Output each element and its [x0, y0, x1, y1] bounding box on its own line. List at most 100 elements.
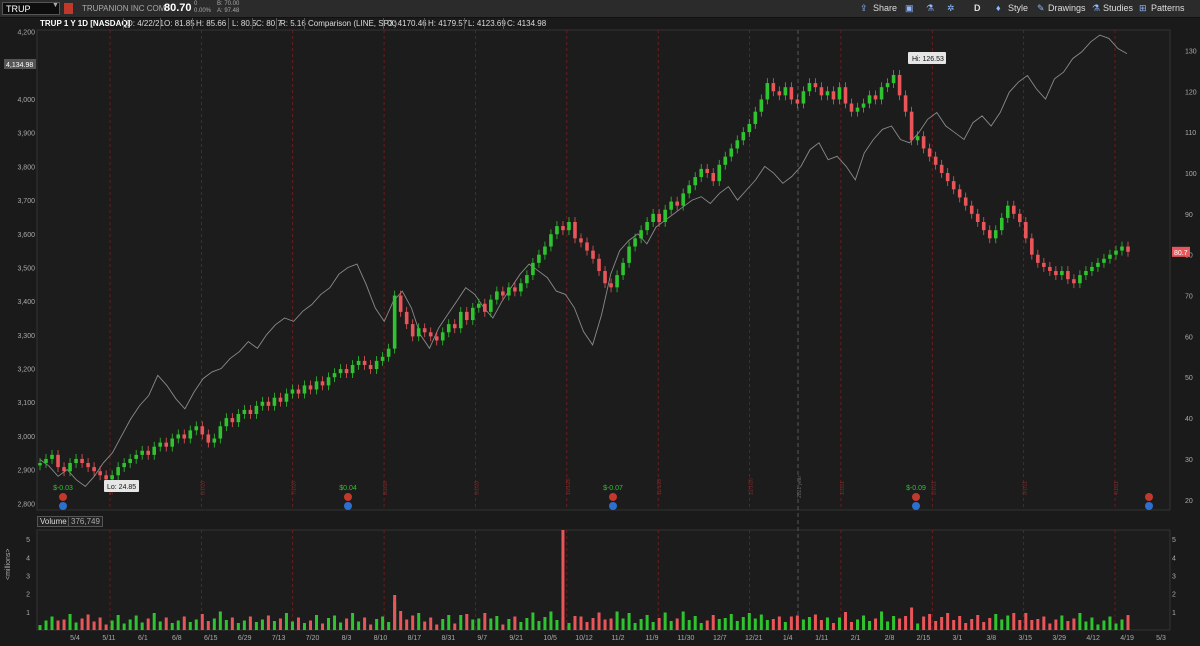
volume-bar	[543, 617, 547, 630]
candle-body	[1024, 222, 1028, 239]
candle-body	[110, 475, 114, 480]
right-axis-tick: 40	[1185, 416, 1193, 423]
volume-bar	[212, 618, 216, 630]
month-marker-label: 1/1/21	[840, 481, 846, 495]
left-axis-tick: 3,400	[17, 299, 35, 306]
candle-body	[879, 87, 884, 100]
volume-bar	[134, 615, 138, 630]
volume-bar	[146, 618, 150, 630]
candle-body	[717, 164, 722, 182]
x-axis-tick: 3/29	[1052, 635, 1066, 642]
volume-bar	[399, 611, 403, 630]
candle-body	[194, 426, 199, 431]
candle-body	[1018, 213, 1022, 222]
month-marker-label: 9/1/20	[474, 481, 480, 495]
candle-body	[374, 360, 379, 370]
candle-body	[819, 87, 824, 96]
candle-body	[903, 95, 908, 112]
candle-body	[302, 385, 307, 394]
volume-bar	[765, 620, 769, 630]
candle-body	[380, 356, 385, 361]
volume-bar	[98, 617, 102, 630]
volume-bar	[849, 622, 853, 630]
volume-bar	[68, 614, 72, 630]
candle-body	[224, 418, 229, 427]
candle-body	[867, 95, 872, 104]
x-axis-tick: 6/15	[204, 635, 218, 642]
volume-bar	[1084, 621, 1088, 630]
volume-bar	[633, 623, 637, 630]
price-chart[interactable]: 2,800 2,900 3,000 3,100 3,200 3,300 3,400 3,500…	[0, 0, 1200, 646]
month-marker-label: 2/1/21	[931, 481, 937, 495]
volume-bar	[940, 617, 944, 630]
candle-body	[825, 91, 830, 96]
candle-body	[513, 287, 517, 292]
candle-body	[1011, 205, 1016, 214]
candle-body	[320, 381, 325, 386]
earnings-marker-icon	[59, 502, 67, 510]
candle-body	[146, 450, 150, 455]
candle-body	[464, 311, 469, 321]
volume-bar	[381, 616, 385, 630]
candle-body	[446, 324, 451, 333]
candle-body	[1036, 254, 1040, 263]
volume-axis-tick: 1	[26, 610, 30, 617]
price-tag-text: 80.7	[1174, 250, 1188, 257]
candle-body	[483, 303, 487, 312]
volume-bar	[405, 619, 409, 630]
candle-body	[1060, 271, 1064, 276]
volume-bar	[56, 620, 60, 630]
volume-bar	[387, 622, 391, 630]
candle-body	[1114, 250, 1118, 255]
volume-bar	[308, 620, 312, 630]
candle-body	[627, 246, 631, 263]
volume-bar	[477, 618, 481, 630]
candle-body	[711, 172, 716, 182]
volume-bar	[753, 618, 757, 630]
volume-bar	[447, 615, 451, 630]
volume-bar	[603, 619, 607, 630]
candle-body	[338, 369, 343, 374]
x-axis-tick: 1/11	[815, 635, 828, 642]
candle-body	[675, 201, 679, 206]
candle-body	[897, 74, 902, 96]
candle-body	[771, 83, 776, 92]
volume-bar	[417, 613, 421, 630]
candle-body	[272, 397, 277, 406]
volume-bar	[1036, 619, 1040, 630]
month-marker-label: 3/1/21	[1023, 481, 1029, 495]
volume-bar	[224, 620, 228, 630]
volume-bar	[92, 621, 96, 630]
volume-bar	[970, 619, 974, 630]
candle-body	[693, 177, 698, 186]
volume-bar	[284, 613, 288, 630]
x-axis-tick: 9/7	[477, 635, 487, 642]
volume-bar	[333, 615, 337, 630]
candle-body	[927, 148, 932, 157]
spx-tag-text: 4,134.98	[6, 62, 33, 69]
candle-body	[789, 87, 794, 100]
volume-bar	[988, 618, 992, 630]
candle-body	[236, 414, 241, 423]
candle-body	[386, 348, 391, 357]
volume-bar	[537, 621, 541, 630]
x-axis-tick: 6/29	[238, 635, 252, 642]
volume-bar	[531, 612, 535, 630]
volume-bar	[116, 615, 120, 630]
right-axis-tick: 30	[1185, 457, 1193, 464]
earnings-label: $0.04	[339, 485, 357, 492]
earnings-label: $-0.09	[906, 485, 926, 492]
candle-body	[831, 91, 836, 100]
volume-bar	[1120, 619, 1124, 630]
candle-body	[290, 389, 295, 394]
volume-bar	[423, 621, 427, 630]
candle-body	[1096, 262, 1100, 267]
volume-bar	[519, 622, 523, 630]
volume-bar	[369, 624, 373, 630]
x-axis-tick: 12/21	[745, 635, 763, 642]
volume-bar	[681, 611, 685, 630]
volume-bar	[218, 611, 222, 630]
right-axis-tick: 60	[1185, 334, 1193, 341]
left-axis-tick: 3,000	[17, 434, 35, 441]
volume-bar	[260, 619, 264, 630]
